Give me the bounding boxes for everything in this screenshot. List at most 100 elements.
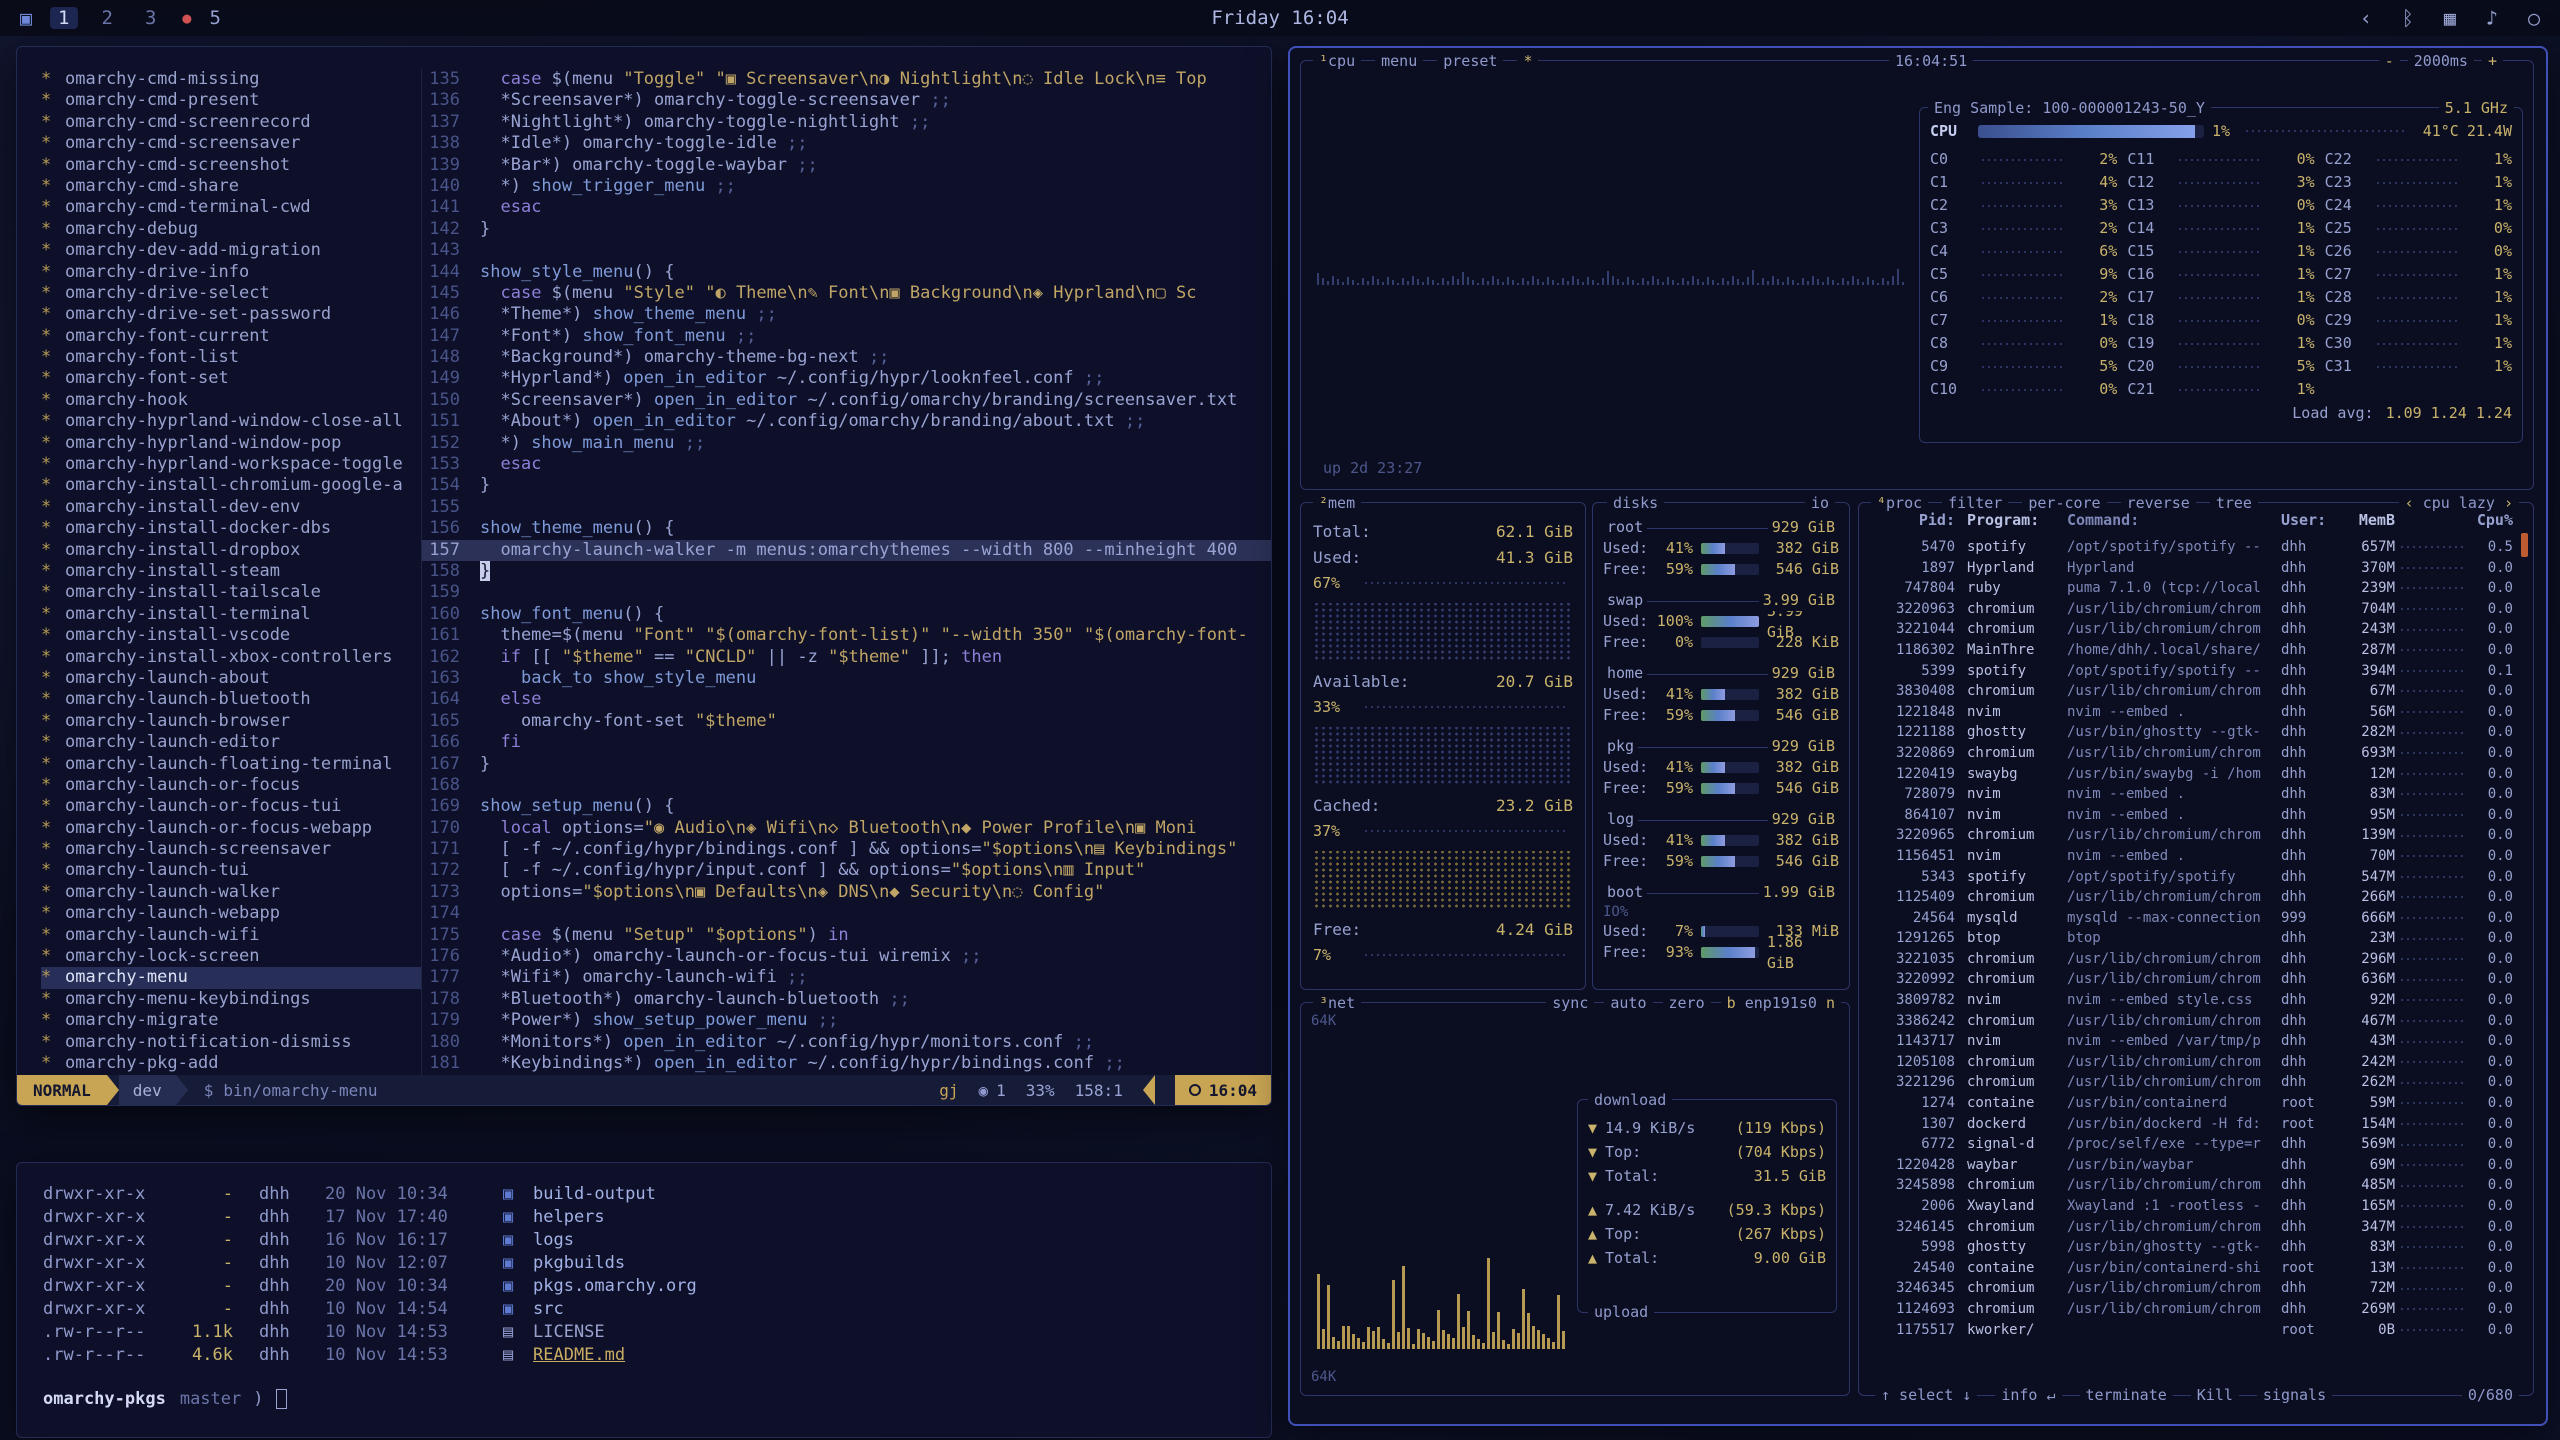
file-tree-item[interactable]: *omarchy-cmd-share	[41, 176, 421, 197]
process-row[interactable]: 1175517kworker/root0B0.0	[1871, 1320, 2513, 1341]
process-row[interactable]: 3246345chromium/usr/lib/chromium/chromdh…	[1871, 1278, 2513, 1299]
file-tree-item[interactable]: *omarchy-install-dropbox	[41, 540, 421, 561]
file-tree-item[interactable]: *omarchy-hyprland-window-close-all	[41, 411, 421, 432]
bluetooth-icon[interactable]: ᛒ	[2402, 6, 2414, 30]
process-row[interactable]: 1291265btopbtopdhh23M0.0	[1871, 928, 2513, 949]
code-line[interactable]: 176 *Audio*) omarchy-launch-or-focus-tui…	[422, 946, 1271, 967]
file-tree-item[interactable]: *omarchy-debug	[41, 219, 421, 240]
logo-icon[interactable]: ▣	[20, 6, 32, 30]
shell-prompt[interactable]: omarchy-pkgs master )	[43, 1389, 1271, 1409]
file-tree-item[interactable]: *omarchy-cmd-screenshot	[41, 155, 421, 176]
process-row[interactable]: 3220992chromium/usr/lib/chromium/chromdh…	[1871, 969, 2513, 990]
file-tree-item[interactable]: *omarchy-cmd-missing	[41, 69, 421, 90]
net-interface-switcher[interactable]: b enp191s0 n	[1721, 992, 1841, 1014]
file-tree-item[interactable]: *omarchy-cmd-screensaver	[41, 133, 421, 154]
code-line[interactable]: 140 *) show_trigger_menu ;;	[422, 176, 1271, 197]
code-line[interactable]: 158}	[422, 561, 1271, 582]
code-line[interactable]: 144show_style_menu() {	[422, 262, 1271, 283]
file-tree-item[interactable]: *omarchy-launch-walker	[41, 882, 421, 903]
process-row[interactable]: 728079nvimnvim --embed .dhh83M0.0	[1871, 784, 2513, 805]
code-line[interactable]: 169show_setup_menu() {	[422, 796, 1271, 817]
process-row[interactable]: 1186302MainThre/home/dhh/.local/share/dh…	[1871, 640, 2513, 661]
code-line[interactable]: 150 *Screensaver*) open_in_editor ~/.con…	[422, 390, 1271, 411]
grid-icon[interactable]: ▦	[2444, 6, 2456, 30]
workspace-1[interactable]: 1	[50, 7, 77, 29]
file-tree-item[interactable]: *omarchy-launch-wifi	[41, 925, 421, 946]
process-row[interactable]: 3220869chromium/usr/lib/chromium/chromdh…	[1871, 743, 2513, 764]
file-tree-item[interactable]: *omarchy-launch-webapp	[41, 903, 421, 924]
code-line[interactable]: 162 if [[ "$theme" == "CNCLD" || -z "$th…	[422, 647, 1271, 668]
process-row[interactable]: 1897HyprlandHyprlanddhh370M0.0	[1871, 558, 2513, 579]
process-row[interactable]: 5470spotify/opt/spotify/spotify --dhh657…	[1871, 537, 2513, 558]
clock[interactable]: Friday 16:04	[1211, 7, 1348, 29]
code-line[interactable]: 165 omarchy-font-set "$theme"	[422, 711, 1271, 732]
code-line[interactable]: 164 else	[422, 689, 1271, 710]
process-row[interactable]: 3221296chromium/usr/lib/chromium/chromdh…	[1871, 1072, 2513, 1093]
kill-hint[interactable]: Kill	[2191, 1384, 2239, 1406]
file-tree-item[interactable]: *omarchy-cmd-terminal-cwd	[41, 197, 421, 218]
code-line[interactable]: 168	[422, 775, 1271, 796]
code-line[interactable]: 179 *Power*) show_setup_power_menu ;;	[422, 1010, 1271, 1031]
code-line[interactable]: 177 *Wifi*) omarchy-launch-wifi ;;	[422, 967, 1271, 988]
code-line[interactable]: 139 *Bar*) omarchy-toggle-waybar ;;	[422, 155, 1271, 176]
preset-button[interactable]: preset	[1437, 50, 1503, 72]
process-row[interactable]: 3221044chromium/usr/lib/chromium/chromdh…	[1871, 619, 2513, 640]
file-tree-item[interactable]: *omarchy-menu	[41, 967, 421, 988]
process-row[interactable]: 3386242chromium/usr/lib/chromium/chromdh…	[1871, 1011, 2513, 1032]
code-line[interactable]: 149 *Hyprland*) open_in_editor ~/.config…	[422, 368, 1271, 389]
code-line[interactable]: 153 esac	[422, 454, 1271, 475]
process-row[interactable]: 3246145chromium/usr/lib/chromium/chromdh…	[1871, 1217, 2513, 1238]
code-line[interactable]: 152 *) show_main_menu ;;	[422, 433, 1271, 454]
file-tree-item[interactable]: *omarchy-launch-screensaver	[41, 839, 421, 860]
code-line[interactable]: 148 *Background*) omarchy-theme-bg-next …	[422, 347, 1271, 368]
file-tree-item[interactable]: *omarchy-drive-set-password	[41, 304, 421, 325]
process-row[interactable]: 5399spotify/opt/spotify/spotify --dhh394…	[1871, 661, 2513, 682]
process-row[interactable]: 864107nvimnvim --embed .dhh95M0.0	[1871, 805, 2513, 826]
net-auto-button[interactable]: auto	[1604, 992, 1652, 1014]
file-tree-item[interactable]: *omarchy-notification-dismiss	[41, 1032, 421, 1053]
file-tree-item[interactable]: *omarchy-install-xbox-controllers	[41, 647, 421, 668]
file-tree-item[interactable]: *omarchy-install-tailscale	[41, 582, 421, 603]
code-line[interactable]: 147 *Font*) show_font_menu ;;	[422, 326, 1271, 347]
file-tree-item[interactable]: *omarchy-hook	[41, 390, 421, 411]
process-row[interactable]: 3809782nvimnvim --embed style.cssdhh92M0…	[1871, 990, 2513, 1011]
terminate-hint[interactable]: terminate	[2080, 1384, 2173, 1406]
interval-increase-button[interactable]: +	[2482, 50, 2503, 72]
file-tree-item[interactable]: *omarchy-drive-info	[41, 262, 421, 283]
code-line[interactable]: 170 local options="◉ Audio\n◈ Wifi\n◇ Bl…	[422, 818, 1271, 839]
process-row[interactable]: 1220419swaybg/usr/bin/swaybg -i /homdhh1…	[1871, 764, 2513, 785]
code-line[interactable]: 145 case $(menu "Style" "◐ Theme\n✎ Font…	[422, 283, 1271, 304]
process-row[interactable]: 1221188ghostty/usr/bin/ghostty --gtk-dhh…	[1871, 722, 2513, 743]
code-line[interactable]: 157 omarchy-launch-walker -m menus:omarc…	[422, 540, 1271, 561]
workspace-3[interactable]: 3	[137, 7, 164, 29]
file-tree-item[interactable]: *omarchy-pkg-add	[41, 1053, 421, 1074]
interval-decrease-button[interactable]: -	[2379, 50, 2400, 72]
process-row[interactable]: 24564mysqldmysqld --max-connection999666…	[1871, 908, 2513, 929]
info-hint[interactable]: info ↵	[1995, 1384, 2061, 1406]
code-line[interactable]: 142}	[422, 219, 1271, 240]
code-line[interactable]: 171 [ -f ~/.config/hypr/bindings.conf ] …	[422, 839, 1271, 860]
io-toggle[interactable]: io	[1805, 492, 1835, 514]
file-tree-item[interactable]: *omarchy-launch-or-focus-webapp	[41, 818, 421, 839]
code-line[interactable]: 178 *Bluetooth*) omarchy-launch-bluetoot…	[422, 989, 1271, 1010]
file-tree-item[interactable]: *omarchy-launch-or-focus-tui	[41, 796, 421, 817]
file-tree-item[interactable]: *omarchy-launch-or-focus	[41, 775, 421, 796]
process-row[interactable]: 24540containe/usr/bin/containerd-shiroot…	[1871, 1258, 2513, 1279]
file-tree-item[interactable]: *omarchy-launch-browser	[41, 711, 421, 732]
power-icon[interactable]: ○	[2528, 6, 2540, 30]
process-row[interactable]: 3245898chromium/usr/lib/chromium/chromdh…	[1871, 1175, 2513, 1196]
process-row[interactable]: 1274containe/usr/bin/containerdroot59M0.…	[1871, 1093, 2513, 1114]
file-tree-item[interactable]: *omarchy-font-current	[41, 326, 421, 347]
process-row[interactable]: 1221848nvimnvim --embed .dhh56M0.0	[1871, 702, 2513, 723]
file-tree-item[interactable]: *omarchy-launch-floating-terminal	[41, 754, 421, 775]
code-line[interactable]: 141 esac	[422, 197, 1271, 218]
file-tree-item[interactable]: *omarchy-migrate	[41, 1010, 421, 1031]
process-row[interactable]: 3220965chromium/usr/lib/chromium/chromdh…	[1871, 825, 2513, 846]
process-scrollbar[interactable]	[2521, 533, 2528, 557]
file-name[interactable]: README.md	[533, 1344, 625, 1367]
file-tree-item[interactable]: *omarchy-install-terminal	[41, 604, 421, 625]
file-tree-item[interactable]: *omarchy-install-steam	[41, 561, 421, 582]
process-row[interactable]: 1307dockerd/usr/bin/dockerd -H fd:root15…	[1871, 1114, 2513, 1135]
file-tree-item[interactable]: *omarchy-launch-bluetooth	[41, 689, 421, 710]
file-tree-item[interactable]: *omarchy-install-chromium-google-a	[41, 475, 421, 496]
